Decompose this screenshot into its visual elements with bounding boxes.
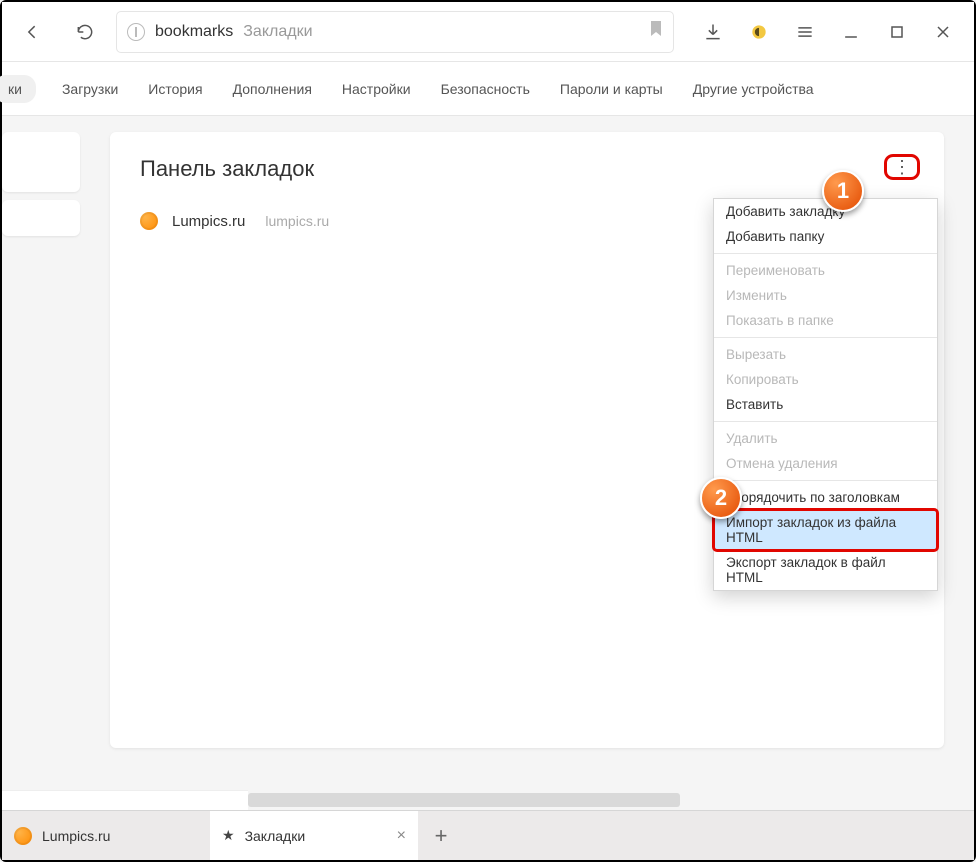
toolbar-right-buttons (692, 11, 964, 53)
nav-item-history[interactable]: История (144, 75, 206, 103)
extension-button[interactable] (738, 11, 780, 53)
horizontal-scrollbar[interactable] (2, 790, 974, 810)
arrow-left-icon (23, 22, 43, 42)
sidebar-card[interactable] (2, 132, 80, 192)
address-scheme: bookmarks (155, 23, 233, 41)
settings-nav: ки Загрузки История Дополнения Настройки… (2, 62, 974, 116)
menu-separator (714, 253, 937, 254)
bookmarks-panel: Панель закладок Lumpics.ru lumpics.ru ⋮ … (110, 132, 944, 748)
nav-item-passwords[interactable]: Пароли и карты (556, 75, 667, 103)
tab-lumpics[interactable]: Lumpics.ru (2, 811, 210, 860)
menu-rename: Переименовать (714, 258, 937, 283)
annotation-1: 1 (822, 170, 864, 212)
menu-cut: Вырезать (714, 342, 937, 367)
scroll-track (680, 790, 974, 810)
address-bar[interactable]: bookmarks Закладки (116, 11, 674, 53)
new-tab-button[interactable]: + (418, 811, 464, 860)
downloads-button[interactable] (692, 11, 734, 53)
tab-strip: Lumpics.ru ★ Закладки × + (2, 810, 974, 860)
bookmark-title: Lumpics.ru (172, 213, 245, 230)
hamburger-icon (795, 22, 815, 42)
body-wrap: Панель закладок Lumpics.ru lumpics.ru ⋮ … (2, 116, 974, 780)
scroll-track (2, 790, 248, 810)
menu-add-folder[interactable]: Добавить папку (714, 224, 937, 249)
menu-separator (714, 480, 937, 481)
menu-copy: Копировать (714, 367, 937, 392)
menu-undo-delete: Отмена удаления (714, 451, 937, 476)
favicon-icon (140, 212, 158, 230)
menu-paste[interactable]: Вставить (714, 392, 937, 417)
menu-show-in-folder: Показать в папке (714, 308, 937, 333)
favicon-icon (14, 827, 32, 845)
scroll-thumb[interactable] (248, 793, 680, 807)
browser-toolbar: bookmarks Закладки (2, 2, 974, 62)
shield-icon (749, 22, 769, 42)
nav-item-settings[interactable]: Настройки (338, 75, 415, 103)
annotation-2: 2 (700, 477, 742, 519)
menu-export-html[interactable]: Экспорт закладок в файл HTML (714, 550, 937, 590)
menu-edit: Изменить (714, 283, 937, 308)
reload-button[interactable] (64, 11, 106, 53)
tab-label: Lumpics.ru (42, 828, 110, 844)
nav-item-devices[interactable]: Другие устройства (689, 75, 818, 103)
maximize-button[interactable] (876, 11, 918, 53)
menu-sort-by-title[interactable]: Упорядочить по заголовкам (714, 485, 937, 510)
menu-button[interactable] (784, 11, 826, 53)
download-icon (703, 22, 723, 42)
reload-icon (75, 22, 95, 42)
sidebar-row[interactable] (2, 200, 80, 236)
star-icon: ★ (222, 827, 235, 844)
main-area: Панель закладок Lumpics.ru lumpics.ru ⋮ … (88, 116, 974, 780)
more-actions-button[interactable]: ⋮ (884, 154, 920, 180)
panel-heading: Панель закладок (140, 156, 914, 182)
bookmarks-sidebar (2, 116, 88, 780)
nav-item-security[interactable]: Безопасность (437, 75, 534, 103)
bookmark-icon (649, 20, 663, 38)
menu-separator (714, 337, 937, 338)
menu-separator (714, 421, 937, 422)
tab-close-button[interactable]: × (397, 827, 406, 845)
maximize-icon (887, 22, 907, 42)
context-menu: Добавить закладку Добавить папку Переиме… (713, 198, 938, 591)
menu-delete: Удалить (714, 426, 937, 451)
address-title: Закладки (243, 23, 312, 41)
minimize-button[interactable] (830, 11, 872, 53)
yandex-icon (127, 23, 145, 41)
minimize-icon (841, 22, 861, 42)
nav-item-downloads[interactable]: Загрузки (58, 75, 122, 103)
menu-import-html[interactable]: Импорт закладок из файла HTML (714, 510, 937, 550)
bookmark-flag-icon[interactable] (649, 20, 663, 43)
close-icon (933, 22, 953, 42)
bookmark-url: lumpics.ru (265, 213, 329, 229)
nav-item-addons[interactable]: Дополнения (229, 75, 316, 103)
back-button[interactable] (12, 11, 54, 53)
tab-label: Закладки (245, 828, 306, 844)
nav-item-bookmarks[interactable]: ки (0, 75, 36, 103)
close-window-button[interactable] (922, 11, 964, 53)
tab-bookmarks[interactable]: ★ Закладки × (210, 811, 418, 860)
